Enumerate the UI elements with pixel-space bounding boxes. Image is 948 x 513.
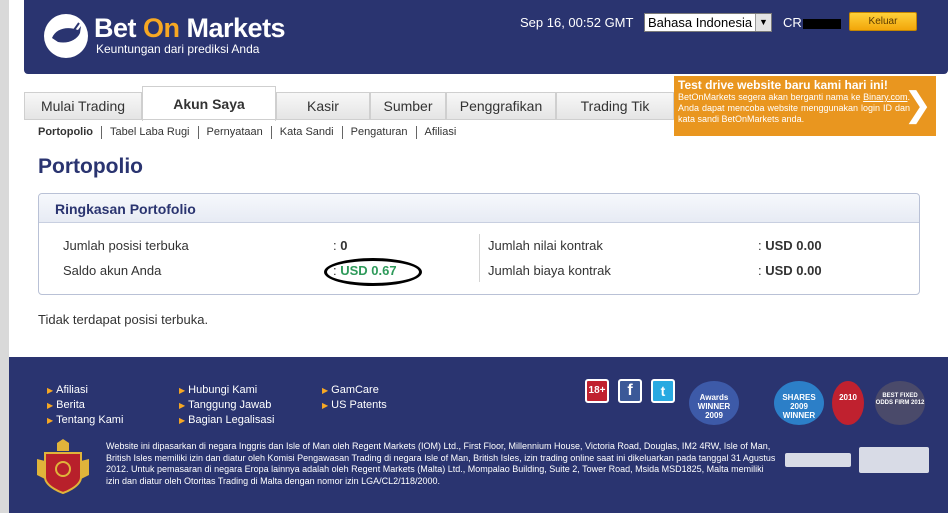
- footer-link-berita[interactable]: ▶ Berita: [47, 398, 123, 413]
- tab-kasir[interactable]: Kasir: [276, 92, 370, 120]
- triangle-right-icon: ▶: [322, 401, 329, 410]
- footer-link-tentang-kami[interactable]: ▶ Tentang Kami: [47, 413, 123, 428]
- contract-cost-value: : USD 0.00: [758, 263, 822, 278]
- triangle-right-icon: ▶: [47, 401, 54, 410]
- summary-title: Ringkasan Portofolio: [39, 194, 919, 223]
- open-positions-value: : 0: [333, 238, 348, 253]
- shares-award-icon: SHARES 2009 WINNER: [774, 381, 824, 425]
- triangle-right-icon: ▶: [47, 386, 54, 395]
- best-fixed-odds-award-icon: BEST FIXED ODDS FIRM 2012: [875, 381, 925, 425]
- subnav-kata-sandi[interactable]: Kata Sandi: [270, 126, 342, 139]
- regulator-logo-icon: [785, 453, 851, 467]
- footer-link-us-patents[interactable]: ▶ US Patents: [322, 398, 387, 413]
- legal-text: Website ini dipasarkan di negara Inggris…: [106, 441, 776, 486]
- balance-label: Saldo akun Anda: [63, 263, 162, 278]
- sub-navigation: Portopolio Tabel Laba Rugi Pernyataan Ka…: [38, 126, 464, 139]
- contract-value-value: : USD 0.00: [758, 238, 822, 253]
- chevron-right-icon[interactable]: ❯: [904, 85, 933, 125]
- promo-banner[interactable]: Test drive website baru kami hari ini! B…: [674, 76, 936, 136]
- footer-link-gamcare[interactable]: ▶ GamCare: [322, 383, 387, 398]
- tab-akun-saya[interactable]: Akun Saya: [142, 86, 276, 121]
- footer-link-hubungi-kami[interactable]: ▶ Hubungi Kami: [179, 383, 274, 398]
- subnav-pengaturan[interactable]: Pengaturan: [341, 126, 416, 139]
- subnav-pernyataan[interactable]: Pernyataan: [197, 126, 271, 139]
- contract-value-label: Jumlah nilai kontrak: [488, 238, 603, 253]
- promo-link[interactable]: Binary.com: [863, 92, 907, 102]
- no-positions-message: Tidak terdapat posisi terbuka.: [38, 312, 209, 327]
- logo-title: Bet On Markets: [94, 13, 286, 43]
- language-select[interactable]: Bahasa Indonesia ▼: [644, 13, 772, 32]
- subnav-portopolio[interactable]: Portopolio: [38, 126, 101, 139]
- site-header: Bet On Markets Keuntungan dari prediksi …: [24, 0, 948, 74]
- logout-button[interactable]: Keluar: [849, 12, 917, 31]
- subnav-afiliasi[interactable]: Afiliasi: [415, 126, 465, 139]
- portfolio-summary: Ringkasan Portofolio Jumlah posisi terbu…: [38, 193, 920, 295]
- tab-sumber[interactable]: Sumber: [370, 92, 446, 120]
- column-divider: [479, 234, 480, 282]
- open-positions-label: Jumlah posisi terbuka: [63, 238, 189, 253]
- language-selected: Bahasa Indonesia: [648, 15, 753, 30]
- server-time: Sep 16, 00:52 GMT: [520, 15, 634, 30]
- redacted-mask: [802, 18, 841, 29]
- tab-divider: [24, 119, 674, 120]
- lotteries-gaming-logo-icon: [859, 447, 929, 473]
- footer-link-afiliasi[interactable]: ▶ Afiliasi: [47, 383, 123, 398]
- triangle-right-icon: ▶: [47, 416, 54, 425]
- site-logo[interactable]: Bet On Markets Keuntungan dari prediksi …: [44, 13, 286, 58]
- triangle-right-icon: ▶: [179, 401, 186, 410]
- award-2010-icon: 2010: [832, 381, 864, 425]
- promo-body: BetOnMarkets segera akan berganti nama k…: [678, 92, 910, 124]
- age-18-icon: 18+: [585, 379, 609, 403]
- triangle-right-icon: ▶: [179, 416, 186, 425]
- footer-links-col1: ▶ Afiliasi ▶ Berita ▶ Tentang Kami: [47, 383, 123, 428]
- highlight-ring: [324, 258, 422, 286]
- tab-mulai-trading[interactable]: Mulai Trading: [24, 92, 142, 120]
- chevron-down-icon[interactable]: ▼: [755, 14, 771, 31]
- logo-tagline: Keuntungan dari prediksi Anda: [96, 42, 260, 56]
- triangle-right-icon: ▶: [322, 386, 329, 395]
- contract-cost-label: Jumlah biaya kontrak: [488, 263, 611, 278]
- tab-penggrafikan[interactable]: Penggrafikan: [446, 92, 556, 120]
- tab-trading-tik[interactable]: Trading Tik: [556, 92, 674, 120]
- site-footer: ▶ Afiliasi ▶ Berita ▶ Tentang Kami ▶ Hubungi…: [9, 357, 948, 513]
- footer-links-col3: ▶ GamCare ▶ US Patents: [322, 383, 387, 413]
- twitter-icon[interactable]: t: [651, 379, 675, 403]
- award-2009-icon: Awards WINNER 2009: [689, 381, 739, 425]
- footer-link-tanggung-jawab[interactable]: ▶ Tanggung Jawab: [179, 398, 274, 413]
- footer-links-col2: ▶ Hubungi Kami ▶ Tanggung Jawab ▶ Bagian Le…: [179, 383, 274, 428]
- bull-logo-icon: [44, 14, 88, 58]
- left-gutter: [0, 0, 9, 513]
- facebook-icon[interactable]: f: [618, 379, 642, 403]
- page-title: Portopolio: [38, 155, 143, 178]
- footer-link-bagian-legalisasi[interactable]: ▶ Bagian Legalisasi: [179, 413, 274, 428]
- isle-of-man-crest-icon: [31, 439, 95, 495]
- triangle-right-icon: ▶: [179, 386, 186, 395]
- promo-title: Test drive website baru kami hari ini!: [678, 78, 888, 92]
- account-id: CR: [783, 15, 841, 30]
- subnav-tabel-laba-rugi[interactable]: Tabel Laba Rugi: [101, 126, 198, 139]
